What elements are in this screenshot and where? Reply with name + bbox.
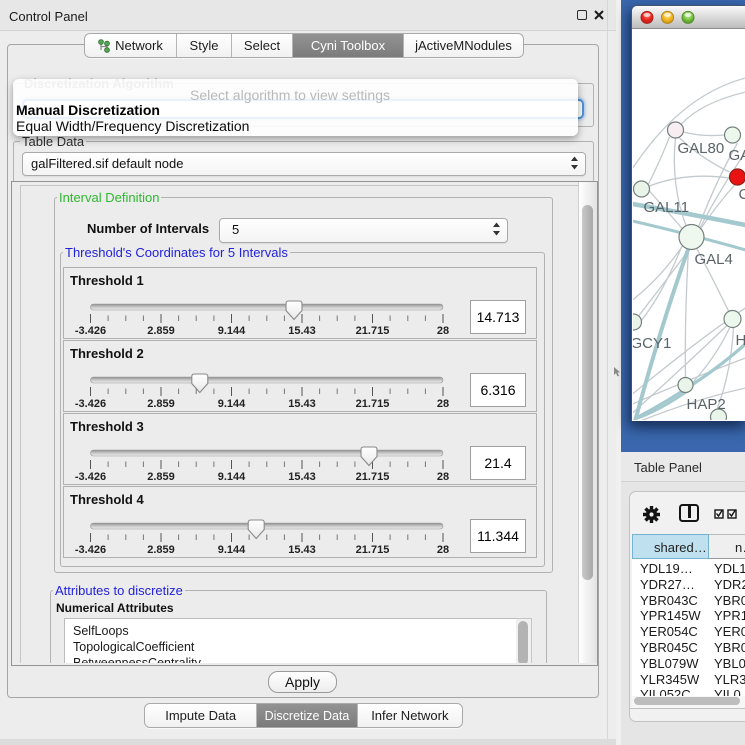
svg-text:-3.426: -3.426: [75, 325, 106, 337]
svg-text:GAL80: GAL80: [677, 140, 724, 157]
svg-text:-3.426: -3.426: [75, 471, 106, 483]
svg-text:15.43: 15.43: [288, 398, 316, 410]
svg-text:15.43: 15.43: [288, 544, 316, 556]
svg-text:2.859: 2.859: [147, 471, 175, 483]
svg-text:9.144: 9.144: [218, 471, 246, 483]
svg-text:GCY1: GCY1: [633, 335, 671, 352]
svg-text:9.144: 9.144: [218, 398, 246, 410]
svg-text:GAL4: GAL4: [694, 251, 732, 268]
svg-text:C: C: [738, 186, 745, 203]
svg-text:2.859: 2.859: [147, 325, 175, 337]
svg-text:28: 28: [437, 471, 449, 483]
svg-text:28: 28: [437, 544, 449, 556]
svg-text:GAL11: GAL11: [643, 199, 689, 216]
svg-text:21.715: 21.715: [356, 471, 390, 483]
svg-text:HAP2: HAP2: [686, 396, 725, 413]
svg-text:9.144: 9.144: [218, 325, 246, 337]
svg-text:15.43: 15.43: [288, 325, 316, 337]
svg-text:15.43: 15.43: [288, 471, 316, 483]
svg-text:H: H: [735, 332, 745, 349]
svg-text:28: 28: [437, 325, 449, 337]
svg-text:2.859: 2.859: [147, 544, 175, 556]
svg-text:21.715: 21.715: [356, 398, 390, 410]
svg-text:-3.426: -3.426: [75, 398, 106, 410]
svg-text:21.715: 21.715: [356, 544, 390, 556]
svg-text:GA: GA: [728, 147, 745, 164]
svg-text:9.144: 9.144: [218, 544, 246, 556]
svg-text:2.859: 2.859: [147, 398, 175, 410]
svg-text:21.715: 21.715: [356, 325, 390, 337]
svg-text:-3.426: -3.426: [75, 544, 106, 556]
svg-text:28: 28: [437, 398, 449, 410]
